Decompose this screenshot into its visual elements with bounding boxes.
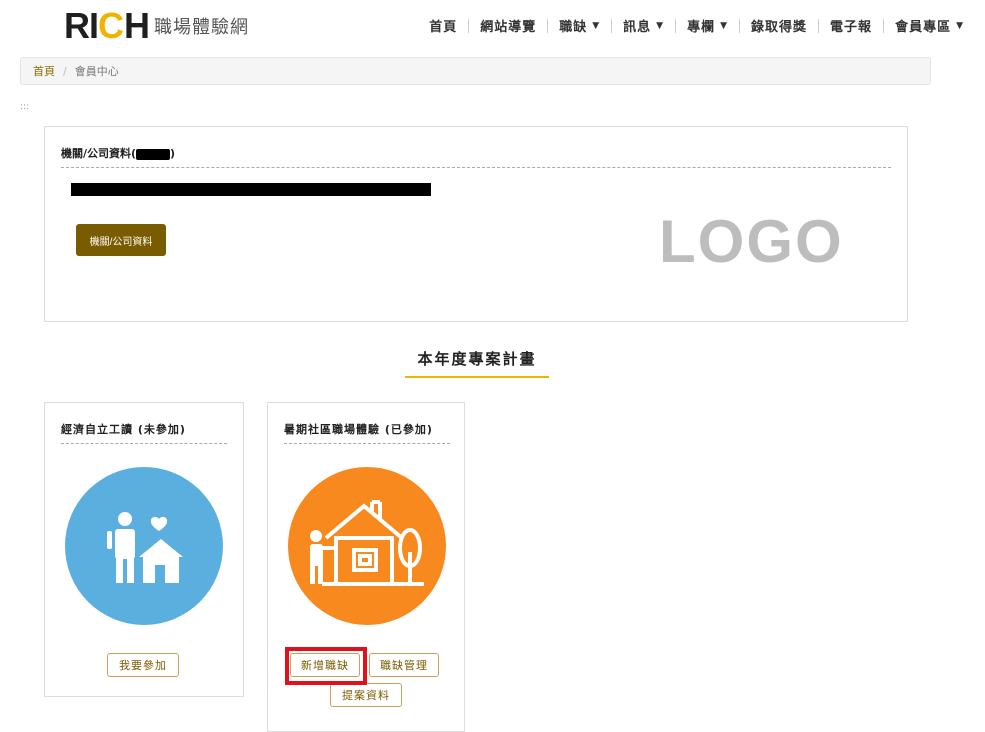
company-title-suffix: ) (170, 147, 176, 160)
nav-item-newsletter[interactable]: 電子報 (819, 16, 883, 35)
redacted-company-name (136, 148, 171, 160)
join-button[interactable]: 我要參加 (107, 653, 179, 677)
person-house-tree-icon (310, 500, 424, 586)
divider (61, 443, 227, 444)
nav-label: 會員專區 (895, 20, 952, 35)
caret-down-icon: ▼ (720, 20, 729, 31)
nav-label: 首頁 (429, 20, 458, 35)
breadcrumb-current: 會員中心 (74, 65, 119, 78)
plan-image (65, 467, 223, 625)
caret-down-icon: ▼ (956, 20, 964, 31)
nav-item-column[interactable]: 專欄 ▼ (676, 16, 739, 35)
section-title: 本年度專案計畫 (417, 350, 537, 368)
redacted-company-info (71, 183, 431, 196)
logo-subtitle: 職場體驗網 (154, 17, 249, 38)
breadcrumb: 首頁 / 會員中心 (20, 57, 931, 85)
logo-text-ri: RI (64, 5, 99, 46)
plan-title: 經濟自立工讀 (未參加) (61, 423, 186, 436)
nav-item-jobs[interactable]: 職缺 ▼ (548, 16, 611, 35)
nav-label: 網站導覽 (480, 20, 537, 35)
logo-placeholder: LOGO (659, 208, 844, 275)
divider (61, 167, 891, 168)
caret-down-icon: ▼ (656, 20, 665, 31)
proposal-button[interactable]: 提案資料 (330, 683, 402, 707)
logo-text-c: C (98, 5, 124, 46)
main-nav: 首頁 網站導覽 職缺 ▼ 訊息 ▼ 專欄 ▼ 錄取得獎 電子報 會員專區 ▼ (418, 16, 975, 35)
site-header: RI C H 職場體驗網 首頁 網站導覽 職缺 ▼ 訊息 ▼ 專欄 ▼ 錄取得獎 電子… (0, 0, 985, 52)
nav-item-member[interactable]: 會員專區 ▼ (884, 16, 975, 35)
plan-image (288, 467, 446, 625)
nav-label: 電子報 (830, 20, 873, 35)
nav-label: 訊息 (623, 20, 652, 35)
manage-jobs-button[interactable]: 職缺管理 (369, 653, 439, 677)
company-info-button[interactable]: 機關/公司資料 (76, 224, 166, 256)
caret-down-icon: ▼ (592, 20, 601, 31)
company-title: 機關/公司資料() (61, 145, 175, 161)
nav-label: 錄取得獎 (751, 20, 808, 35)
nav-item-home[interactable]: 首頁 (418, 16, 468, 35)
nav-item-sitemap[interactable]: 網站導覽 (469, 16, 547, 35)
breadcrumb-home-link[interactable]: 首頁 (33, 63, 55, 79)
nav-item-news[interactable]: 訊息 ▼ (612, 16, 675, 35)
divider (284, 443, 450, 444)
company-card: 機關/公司資料() 機關/公司資料 LOGO (44, 126, 908, 322)
plan-card-economic: 經濟自立工讀 (未參加) 我要參加 (44, 402, 244, 697)
nav-item-awards[interactable]: 錄取得獎 (740, 16, 818, 35)
plan-title: 暑期社區職場體驗 (已參加) (284, 423, 433, 436)
nav-label: 專欄 (687, 20, 716, 35)
person-family-home-icon (107, 512, 183, 583)
company-title-prefix: 機關/公司資料( (61, 147, 137, 160)
accesskey-anchor[interactable]: ::: (20, 102, 29, 112)
breadcrumb-separator: / (63, 64, 67, 78)
nav-label: 職缺 (559, 20, 588, 35)
highlight-annotation-box (285, 647, 367, 685)
logo-text-h: H (124, 5, 150, 46)
section-underline (405, 376, 549, 378)
site-logo[interactable]: RI C H 職場體驗網 (64, 5, 249, 46)
